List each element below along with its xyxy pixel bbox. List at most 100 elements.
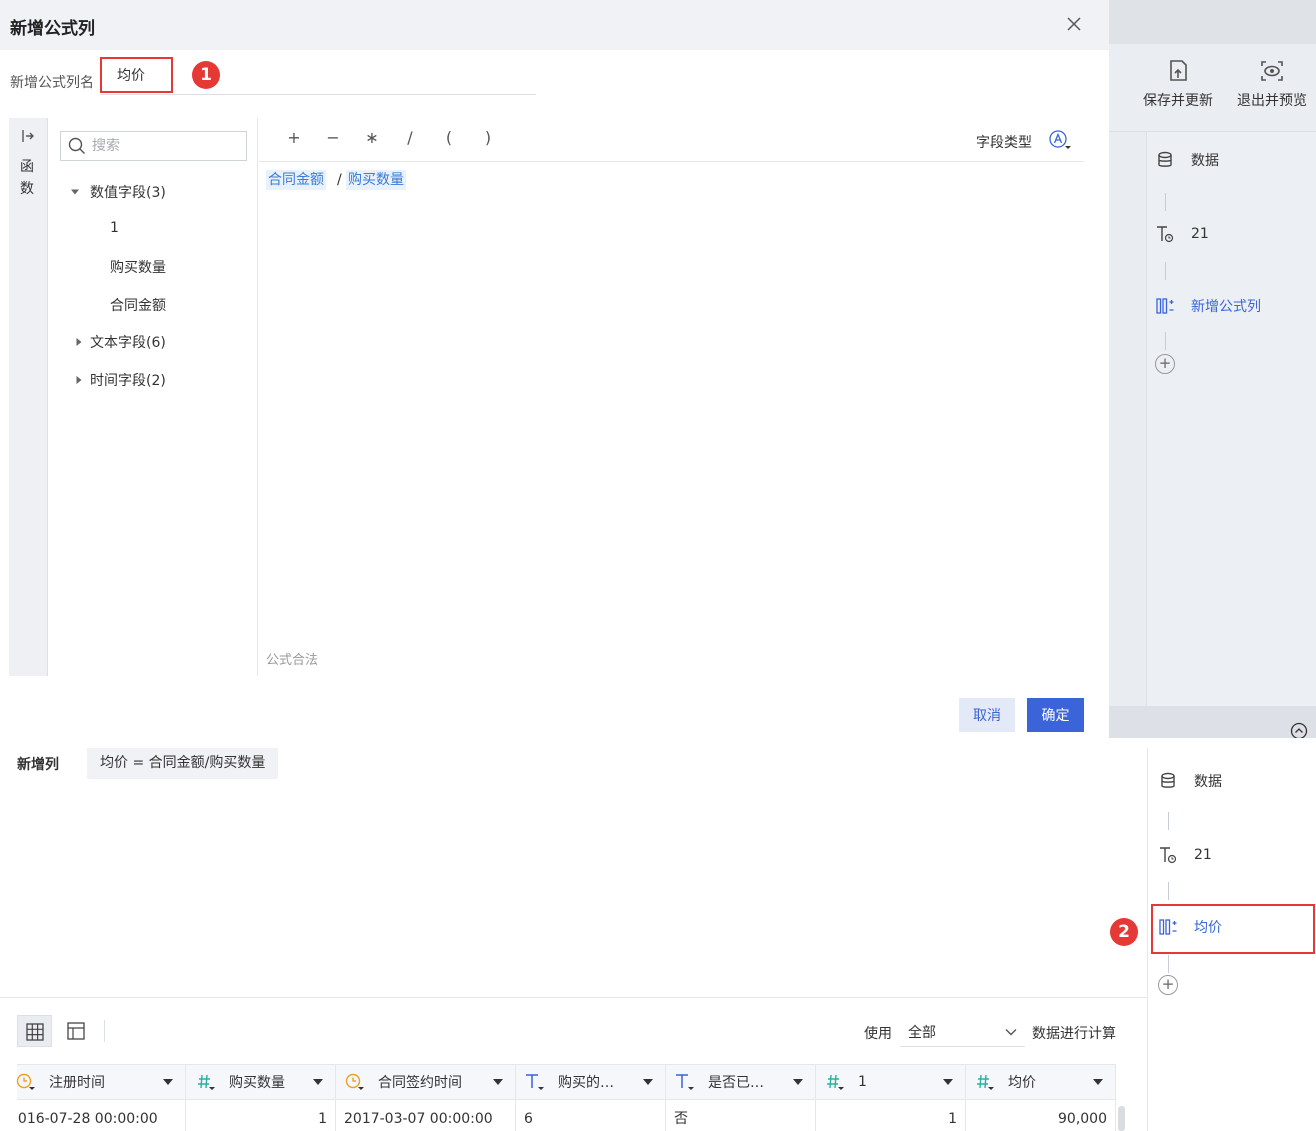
step-new-formula-column[interactable]: 新增公式列 — [1155, 294, 1261, 318]
table-cell: 1 — [816, 1100, 966, 1131]
save-and-update-button[interactable]: 保存并更新 — [1133, 58, 1223, 110]
tree-item[interactable]: 购买数量 — [110, 257, 166, 277]
function-rail[interactable] — [9, 118, 48, 676]
use-label: 使用 — [864, 1026, 892, 1042]
tree-group-numeric[interactable]: 数值字段(3) — [70, 182, 166, 202]
tree-group-time[interactable]: 时间字段(2) — [74, 370, 166, 390]
formula-editor[interactable] — [259, 162, 1084, 676]
preview-eye-icon — [1261, 61, 1283, 81]
collapse-chevron-icon[interactable] — [1290, 722, 1308, 738]
function-rail-label[interactable]: 函数 — [20, 156, 36, 200]
step-label: 21 — [1191, 226, 1209, 242]
step-data[interactable]: 数据 — [1158, 769, 1222, 793]
caret-right-icon — [76, 376, 82, 384]
formula-field-token[interactable]: 购买数量 — [346, 170, 406, 190]
step-label: 均价 — [1194, 920, 1222, 936]
close-icon[interactable] — [1064, 14, 1084, 34]
save-update-icon — [1170, 60, 1187, 81]
grid-icon — [26, 1023, 44, 1041]
table-cell: 2016-07-28 00:00:00 — [17, 1100, 186, 1131]
table-view-button[interactable] — [17, 1015, 52, 1047]
time-type-icon — [345, 1073, 364, 1090]
sort-dropdown-icon[interactable] — [643, 1078, 653, 1086]
column-header[interactable]: 1 — [816, 1064, 966, 1100]
vertical-scrollbar[interactable] — [1118, 1106, 1125, 1131]
database-icon — [1158, 151, 1172, 167]
column-header-label: 购买数量 — [229, 1075, 285, 1091]
text-field-icon — [1160, 847, 1177, 864]
tree-group-text[interactable]: 文本字段(6) — [74, 332, 166, 352]
section-divider — [0, 997, 1147, 998]
column-header[interactable]: 合同签约时间 — [336, 1064, 516, 1100]
save-and-update-label: 保存并更新 — [1143, 93, 1213, 109]
column-header[interactable]: 均价 — [966, 1064, 1116, 1100]
pivot-view-button[interactable] — [60, 1015, 92, 1047]
expand-arrow-icon[interactable] — [20, 128, 36, 144]
formula-status: 公式合法 — [266, 653, 319, 668]
caret-down-icon — [71, 189, 79, 195]
sort-dropdown-icon[interactable] — [943, 1078, 953, 1086]
add-step-icon[interactable]: + — [1155, 354, 1175, 374]
table-cell: 否 — [666, 1100, 816, 1131]
text-type-icon — [676, 1074, 694, 1090]
background-steps-panel — [1147, 132, 1316, 706]
operator-multiply-button[interactable]: ∗ — [360, 128, 384, 147]
number-type-icon — [827, 1074, 844, 1090]
column-header[interactable]: 购买的… — [516, 1064, 666, 1100]
sort-dropdown-icon[interactable] — [163, 1078, 173, 1086]
table-cell: 1 — [186, 1100, 336, 1131]
exit-and-preview-button[interactable]: 退出并预览 — [1227, 58, 1316, 110]
operator-plus-button[interactable]: + — [282, 128, 306, 147]
toolbar-divider — [104, 1020, 105, 1042]
tree-item[interactable]: 1 — [110, 220, 119, 236]
step-connector — [1165, 332, 1166, 350]
sort-dropdown-icon[interactable] — [313, 1078, 323, 1086]
operator-left-paren-button[interactable]: ( — [437, 128, 461, 147]
exit-and-preview-label: 退出并预览 — [1237, 93, 1307, 109]
annotation-badge-1: 1 — [192, 61, 220, 89]
column-header[interactable]: 购买数量 — [186, 1064, 336, 1100]
column-header[interactable]: 是否已… — [666, 1064, 816, 1100]
add-step-icon[interactable]: + — [1158, 975, 1178, 995]
step-label: 数据 — [1194, 774, 1222, 790]
confirm-button[interactable]: 确定 — [1027, 698, 1084, 732]
operator-right-paren-button[interactable]: ) — [476, 128, 500, 147]
tree-item[interactable]: 合同金额 — [110, 295, 166, 315]
field-type-label: 字段类型 — [976, 135, 1032, 151]
text-field-icon — [1157, 226, 1174, 243]
column-header-label: 注册时间 — [49, 1075, 105, 1091]
table-cell: 90,000 — [966, 1100, 1116, 1131]
column-name-input[interactable] — [100, 57, 173, 93]
database-icon — [1161, 772, 1175, 788]
column-name-label: 新增公式列名 — [10, 75, 94, 91]
column-header-label: 是否已… — [708, 1075, 764, 1091]
sort-dropdown-icon[interactable] — [793, 1078, 803, 1086]
sort-dropdown-icon[interactable] — [493, 1078, 503, 1086]
column-name-underline — [100, 94, 536, 95]
sort-dropdown-icon[interactable] — [1093, 1078, 1103, 1086]
step-label: 新增公式列 — [1191, 299, 1261, 315]
step-21[interactable]: 21 — [1155, 222, 1209, 246]
tree-item-label: 1 — [110, 220, 119, 236]
tree-group-label: 时间字段(2) — [90, 373, 166, 389]
tree-group-label: 文本字段(6) — [90, 335, 166, 351]
step-connector — [1165, 262, 1166, 280]
column-header-label: 均价 — [1008, 1075, 1036, 1091]
step-connector — [1165, 193, 1166, 211]
tree-group-label: 数值字段(3) — [90, 185, 166, 201]
operator-minus-button[interactable]: − — [321, 128, 345, 147]
field-type-dropdown-icon[interactable] — [1048, 129, 1074, 151]
step-data[interactable]: 数据 — [1155, 148, 1219, 172]
formula-operator: / — [337, 172, 342, 188]
column-header[interactable]: 注册时间 — [16, 1064, 186, 1100]
formula-field-token[interactable]: 合同金额 — [266, 170, 326, 190]
data-scope-value: 全部 — [908, 1025, 936, 1041]
step-avg-price[interactable]: 均价 — [1158, 915, 1222, 939]
step-21[interactable]: 21 — [1158, 843, 1212, 867]
operator-divide-button[interactable]: / — [398, 128, 422, 147]
cancel-button[interactable]: 取消 — [959, 698, 1015, 732]
tree-item-label: 合同金额 — [110, 298, 166, 314]
time-type-icon — [16, 1073, 35, 1090]
dialog-header — [0, 0, 1109, 50]
search-input[interactable] — [92, 133, 242, 159]
